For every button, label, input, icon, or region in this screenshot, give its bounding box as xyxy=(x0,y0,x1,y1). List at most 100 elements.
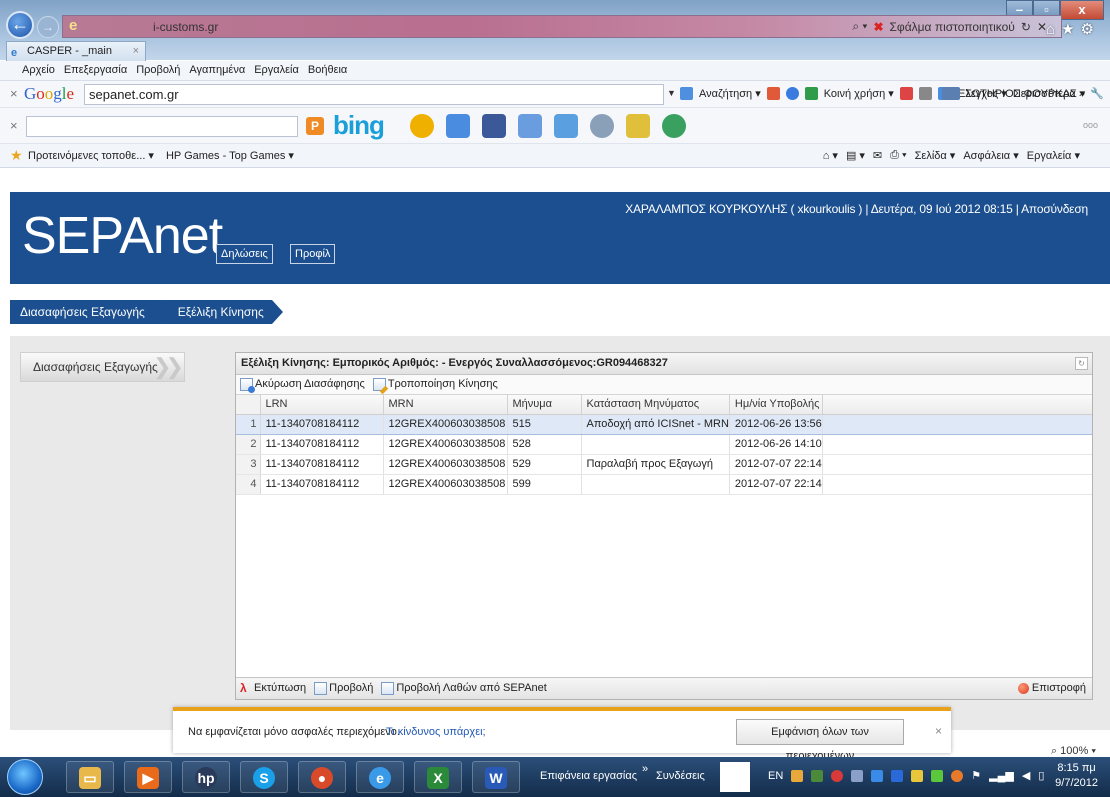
back-button[interactable]: ← xyxy=(6,11,34,39)
command-page[interactable]: Σελίδα ▾ xyxy=(915,149,956,162)
bing-more-icon[interactable]: ooo xyxy=(1083,120,1098,130)
panel-refresh-icon[interactable]: ↻ xyxy=(1075,357,1088,370)
sepanet-logo[interactable]: SEPAnet xyxy=(22,206,223,266)
wifi-icon[interactable] xyxy=(871,769,884,782)
address-bar[interactable]: e i-customs.gr ⌕ ▾ ✖ Σφάλμα πιστοποιητικ… xyxy=(62,15,1062,38)
nav-declarations-button[interactable]: Δηλώσεις xyxy=(216,244,273,264)
breadcrumb-movement-progress[interactable]: Εξέλιξη Κίνησης xyxy=(166,300,283,324)
col-mrn[interactable]: MRN xyxy=(383,395,508,415)
taskbar-hp[interactable]: hp xyxy=(182,761,230,793)
bing-toolbar-close-icon[interactable]: × xyxy=(10,118,18,133)
taskbar-chrome[interactable]: ● xyxy=(298,761,346,793)
tray-icon[interactable] xyxy=(911,769,924,782)
favorite-suggested-sites[interactable]: Προτεινόμενες τοποθε... ▾ xyxy=(28,149,154,162)
command-safety[interactable]: Ασφάλεια ▾ xyxy=(963,149,1018,162)
menu-edit[interactable]: Επεξεργασία xyxy=(64,61,127,80)
menu-file[interactable]: Αρχείο xyxy=(22,61,55,80)
tools-icon[interactable] xyxy=(766,87,780,100)
taskbar-word[interactable]: W xyxy=(472,761,520,793)
table-row[interactable]: 2 11-1340708184112 12GREX400603038508 52… xyxy=(236,434,1092,455)
menu-favorites[interactable]: Αγαπημένα xyxy=(189,61,245,80)
favorites-star-icon[interactable]: ★ xyxy=(1061,21,1080,38)
games-icon[interactable] xyxy=(590,114,614,138)
facebook-icon[interactable] xyxy=(482,114,506,138)
google-toolbar-close-icon[interactable]: × xyxy=(10,86,18,101)
taskbar-ie[interactable]: e xyxy=(356,761,404,793)
notice-close-icon[interactable]: × xyxy=(935,724,942,738)
home-icon[interactable]: ⌂ ▾ xyxy=(823,149,838,162)
like-icon[interactable] xyxy=(518,114,542,138)
cert-error-icon[interactable]: ✖ xyxy=(873,20,883,34)
bookmark-icon[interactable] xyxy=(785,87,799,100)
return-button[interactable]: Επιστροφή xyxy=(1017,678,1086,699)
flower-icon[interactable] xyxy=(626,114,650,138)
mail-icon[interactable]: ✉ xyxy=(873,149,882,162)
translate-icon[interactable] xyxy=(899,87,913,100)
people-icon[interactable] xyxy=(662,114,686,138)
start-button[interactable] xyxy=(7,759,43,795)
google-search-dropdown-icon[interactable]: ▼ xyxy=(667,88,676,98)
feeds-icon[interactable]: ▤ ▾ xyxy=(846,149,865,162)
cert-error-text[interactable]: Σφάλμα πιστοποιητικού xyxy=(890,20,1015,34)
gear-icon[interactable]: ⚙ xyxy=(1081,21,1100,38)
view-button[interactable]: Προβολή xyxy=(314,678,373,699)
google-share-tool[interactable]: Κοινή χρήση ▾ xyxy=(824,87,894,100)
command-tools[interactable]: Εργαλεία ▾ xyxy=(1027,149,1080,162)
news-icon[interactable] xyxy=(446,114,470,138)
tray-icon[interactable] xyxy=(831,769,844,782)
col-message[interactable]: Μήνυμα xyxy=(507,395,582,415)
home-icon[interactable]: ⌂ xyxy=(1046,21,1061,38)
google-user-name[interactable]: ΣΩΤΗΡΙΟΣ ΦΟΥΡΚΑΣ ▾ xyxy=(965,87,1085,100)
search-icon[interactable]: ⌕ ▾ xyxy=(852,19,867,34)
tab-casper[interactable]: e CASPER - _main × xyxy=(6,41,146,61)
menu-tools[interactable]: Εργαλεία xyxy=(254,61,299,80)
user-info[interactable]: ΧΑΡΑΛΑΜΠΟΣ ΚΟΥΡΚΟΥΛΗΣ ( xkourkoulis ) | … xyxy=(625,202,1088,216)
menu-help[interactable]: Βοήθεια xyxy=(308,61,347,80)
bing-search-input[interactable] xyxy=(26,116,298,137)
forward-button[interactable]: → xyxy=(37,16,59,38)
bluetooth-icon[interactable] xyxy=(891,769,904,782)
google-search-input[interactable]: sepanet.com.gr xyxy=(84,84,664,105)
col-submission-date[interactable]: Ημ/νία Υποβολής xyxy=(729,395,823,415)
nav-profile-button[interactable]: Προφίλ xyxy=(290,244,336,264)
notice-risk-link[interactable]: Τι κίνδυνος υπάρχει; xyxy=(386,726,486,738)
table-row[interactable]: 4 11-1340708184112 12GREX400603038508 59… xyxy=(236,474,1092,495)
table-row[interactable]: 1 11-1340708184112 12GREX400603038508 51… xyxy=(236,413,1092,435)
toolbar-more-icon[interactable]: » xyxy=(642,763,648,775)
breadcrumb-export-declarations[interactable]: Διασαφήσεις Εξαγωγής xyxy=(10,300,153,324)
desktop-toolbar[interactable]: Επιφάνεια εργασίας xyxy=(540,770,637,782)
flag-icon[interactable]: ⚑ xyxy=(971,769,981,782)
bing-search-icon[interactable]: P xyxy=(306,117,324,135)
favorite-hp-games[interactable]: HP Games - Top Games ▾ xyxy=(166,149,294,162)
print-button[interactable]: λ Εκτύπωση xyxy=(240,678,306,699)
col-message-status[interactable]: Κατάσταση Μηνύματος xyxy=(581,395,730,415)
favorites-star-icon[interactable]: ★ xyxy=(10,147,23,164)
links-toolbar[interactable]: Συνδέσεις xyxy=(656,770,705,782)
taskbar-media[interactable]: ▶ xyxy=(124,761,172,793)
taskbar-skype[interactable]: S xyxy=(240,761,288,793)
zoom-dropdown-icon[interactable]: ▾ xyxy=(1091,745,1096,757)
tab-close-icon[interactable]: × xyxy=(133,42,139,60)
tray-icon[interactable] xyxy=(791,769,804,782)
tray-icon[interactable] xyxy=(811,769,824,782)
table-row[interactable]: 3 11-1340708184112 12GREX400603038508 52… xyxy=(236,454,1092,475)
clock[interactable]: 8:15 πμ 9/7/2012 xyxy=(1055,761,1098,791)
taskbar-input-box[interactable] xyxy=(720,762,750,792)
signal-icon[interactable]: ▂▄▆ xyxy=(989,769,1014,782)
side-menu-export-declarations[interactable]: Διασαφήσεις Εξαγωγής xyxy=(20,352,185,382)
menu-view[interactable]: Προβολή xyxy=(136,61,180,80)
taskbar-excel[interactable]: X xyxy=(414,761,462,793)
language-indicator[interactable]: EN xyxy=(768,770,783,782)
battery-icon[interactable]: ▯ xyxy=(1038,769,1044,782)
view-errors-button[interactable]: Προβολή Λαθών από SEPAnet xyxy=(381,678,547,699)
google-user[interactable]: ΣΩΤΗΡΙΟΣ ΦΟΥΡΚΑΣ ▾ 🔧 xyxy=(942,87,1104,100)
more-icon[interactable] xyxy=(918,87,932,100)
chat-icon[interactable] xyxy=(554,114,578,138)
weather-icon[interactable] xyxy=(410,114,434,138)
tray-icon[interactable] xyxy=(931,769,944,782)
cancel-declaration-button[interactable]: Ακύρωση Διασάφησης xyxy=(240,375,365,394)
google-search-tool[interactable]: Αναζήτηση ▾ xyxy=(699,87,761,100)
print-icon[interactable]: ⎙ ▾ xyxy=(890,149,906,162)
wrench-icon[interactable]: 🔧 xyxy=(1090,87,1104,100)
modify-movement-button[interactable]: Τροποποίηση Κίνησης xyxy=(372,375,498,394)
